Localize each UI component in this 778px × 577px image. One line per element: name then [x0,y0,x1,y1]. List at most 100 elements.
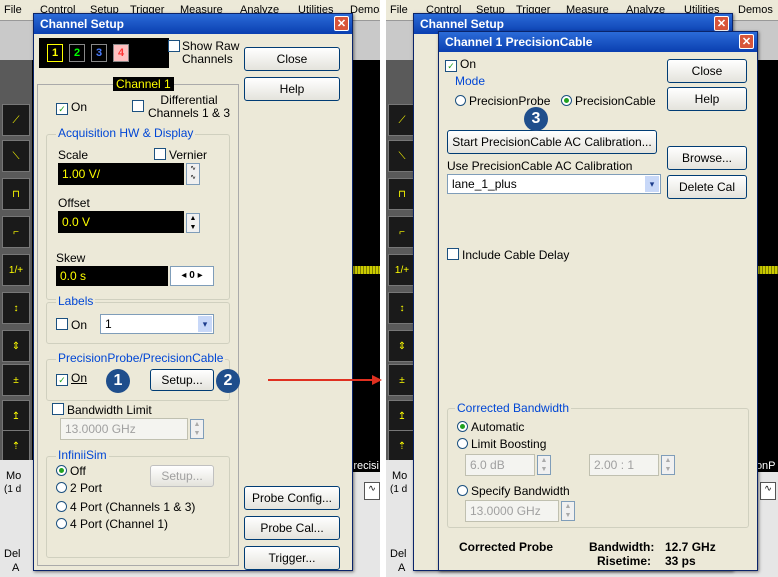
chevron-down-icon[interactable]: ▾ [645,176,659,192]
channel-4-button[interactable]: 4 [113,44,129,62]
help-button[interactable]: Help [667,87,747,111]
skew-input[interactable]: 0.0 s [56,266,168,286]
specify-bandwidth-radio[interactable]: Specify Bandwidth [457,484,570,498]
measure-icon[interactable]: ↥ [2,400,30,432]
close-button[interactable]: Close [667,59,747,83]
chevron-down-icon[interactable]: ▾ [198,316,212,332]
fraction-icon[interactable]: 1/+ [388,254,416,286]
infiniisim-group-label: InfiniiSim [56,448,109,462]
channel-tab[interactable]: Channel 1 [113,77,174,91]
mode-cable-radio[interactable]: PrecisionCable [561,94,656,108]
show-raw-checkbox[interactable] [168,40,183,54]
infiniisim-4port-ch13-radio[interactable]: 4 Port (Channels 1 & 3) [56,500,195,514]
checkbox-icon [168,40,180,52]
check-icon: ✓ [56,374,68,386]
trigger-button[interactable]: Trigger... [244,546,340,570]
measure-icon[interactable]: ↥ [388,400,416,432]
precision-setup-button[interactable]: Setup... [150,369,214,391]
cable-on-checkbox[interactable]: ✓ On [445,57,476,72]
menu-demos[interactable]: Demos [350,4,380,16]
mode-probe-radio[interactable]: PrecisionProbe [455,94,550,108]
labels-dropdown[interactable]: 1 [100,314,214,334]
delete-cal-button[interactable]: Delete Cal [667,175,747,199]
menu-file[interactable]: File [390,4,408,16]
channel-3-button[interactable]: 3 [91,44,107,62]
probe-cal-button[interactable]: Probe Cal... [244,516,340,540]
step-icon[interactable]: ⌐ [388,216,416,248]
close-icon[interactable]: ✕ [739,34,754,49]
menu-demos[interactable]: Demos [738,4,773,16]
bandwidth-stepper: ▲ ▼ [190,419,204,439]
channel-on-checkbox[interactable]: ✓ On [56,100,87,115]
limit-boosting-label: Limit Boosting [471,437,547,451]
bandwidth-limit-checkbox[interactable]: Bandwidth Limit [52,403,152,417]
delay-sub: A [12,562,20,574]
fraction-icon[interactable]: 1/+ [2,254,30,286]
help-button[interactable]: Help [244,77,340,101]
vertical-arrow-icon[interactable]: ↕ [2,292,30,324]
close-icon[interactable]: ✕ [334,16,349,31]
skew-step-value: 0 [189,270,195,281]
scale-stepper[interactable]: ∿ ∿ [186,163,200,185]
close-icon[interactable]: ✕ [714,16,729,31]
vernier-checkbox[interactable]: Vernier [154,148,207,162]
vernier-label: Vernier [169,148,208,162]
right-arrow-icon[interactable]: ▸ [198,270,203,281]
scale-label: Scale [58,148,89,162]
transition-arrow-icon [268,375,382,385]
infiniisim-off-radio[interactable]: Off [56,464,86,478]
offset-input[interactable]: 0.0 V [58,211,184,233]
left-arrow-icon[interactable]: ◂ [181,270,186,281]
menu-file[interactable]: File [4,4,22,16]
cursor-icon[interactable]: ⇡ [388,430,416,462]
channel-icon[interactable]: ∿ [364,482,380,500]
bandwidth-result-label: Bandwidth: [589,540,655,554]
channel-2-button[interactable]: 2 [69,44,85,62]
automatic-radio[interactable]: Automatic [457,420,524,434]
mode-label: Mo [6,470,22,482]
fall-edge-icon[interactable]: ⟍ [2,140,30,172]
include-delay-checkbox[interactable]: Include Cable Delay [447,248,569,262]
acquisition-group-label: Acquisition HW & Display [56,126,196,140]
mode-sub: (1 d [4,484,22,495]
horizontal-arrow-icon[interactable]: ⇕ [388,330,416,362]
check-icon: ✓ [445,60,457,72]
close-button[interactable]: Close [244,47,340,71]
plus-minus-icon[interactable]: ± [388,364,416,396]
offset-stepper[interactable]: ▲ ▼ [186,213,200,233]
horizontal-arrow-icon[interactable]: ⇕ [2,330,30,362]
mode-label: Mo [392,470,408,482]
infiniisim-2port-radio[interactable]: 2 Port [56,481,102,495]
probe-config-button[interactable]: Probe Config... [244,486,340,510]
checkbox-icon [447,248,459,260]
channel-icon[interactable]: ∿ [760,482,776,500]
step-icon[interactable]: ⌐ [2,216,30,248]
offset-label: Offset [58,196,90,210]
cursor-icon[interactable]: ⇡ [2,430,30,462]
browse-button[interactable]: Browse... [667,146,747,170]
limit-boosting-radio[interactable]: Limit Boosting [457,437,546,451]
channel-1-button[interactable]: 1 [47,44,63,62]
bandwidth-input: 13.0000 GHz [60,418,188,440]
rise-edge-icon[interactable]: ⟋ [2,104,30,136]
skew-label: Skew [56,251,86,265]
pulse-icon[interactable]: ⊓ [2,178,30,210]
infiniisim-4port-ch13-label: 4 Port (Channels 1 & 3) [70,500,196,514]
infiniisim-4port-ch1-radio[interactable]: 4 Port (Channel 1) [56,517,168,531]
calibration-dropdown[interactable]: lane_1_plus [447,174,661,194]
precision-on-checkbox[interactable]: ✓ On [56,371,87,386]
fall-edge-icon[interactable]: ⟍ [388,140,416,172]
left-app-window: File Control Setup Trigger Measure Analy… [0,0,380,577]
scale-input[interactable]: 1.00 V/ [58,163,184,185]
plus-minus-icon[interactable]: ± [2,364,30,396]
rise-edge-icon[interactable]: ⟋ [388,104,416,136]
precision-cable-dialog: Channel 1 PrecisionCable ✕ ✓ On Mode Prec… [438,31,758,571]
checkbox-icon [154,148,166,160]
labels-on-checkbox[interactable]: On [56,318,87,332]
start-calibration-button[interactable]: Start PrecisionCable AC Calibration... [447,130,657,154]
callout-3: 3 [524,107,548,131]
specify-bandwidth-input: 13.0000 GHz [465,500,559,522]
skew-stepper[interactable]: ◂ 0 ▸ [170,266,214,286]
pulse-icon[interactable]: ⊓ [388,178,416,210]
vertical-arrow-icon[interactable]: ↕ [388,292,416,324]
